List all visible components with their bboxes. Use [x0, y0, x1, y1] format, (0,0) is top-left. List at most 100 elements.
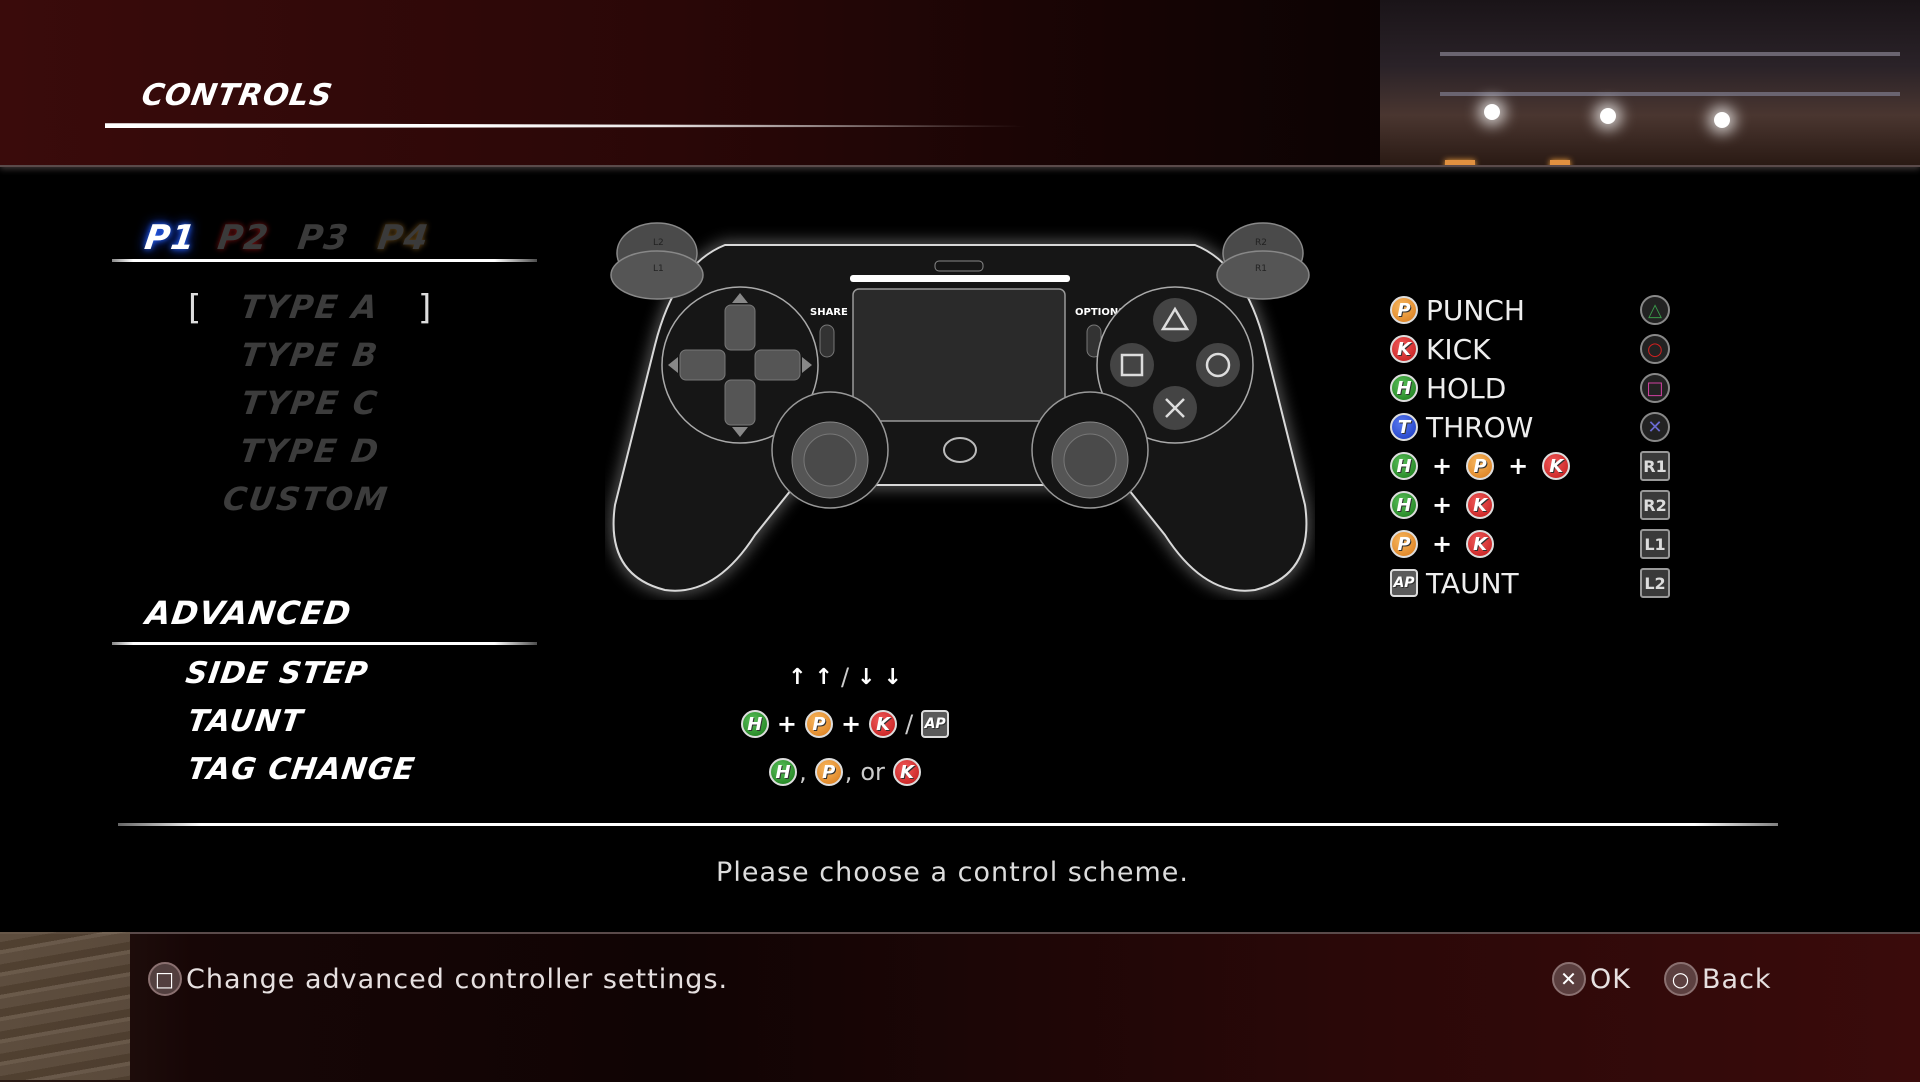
- r1-label: R1: [1255, 264, 1267, 274]
- type-option-b[interactable]: TYPE B: [187, 336, 432, 374]
- punch-badge-icon: P: [1390, 530, 1418, 558]
- tab-p1[interactable]: P1: [142, 218, 198, 258]
- plus-sign: +: [1508, 452, 1529, 480]
- legend-action-label: PUNCH: [1426, 293, 1525, 327]
- comma: ,: [799, 758, 807, 786]
- legend-row: H HOLD: [1390, 371, 1506, 405]
- stage-light: [1714, 112, 1730, 128]
- share-button: [819, 324, 835, 358]
- up-arrow-icon: ↑: [788, 664, 807, 690]
- legend-row: P PUNCH: [1390, 293, 1525, 327]
- triangle-button-icon: △: [1640, 295, 1670, 325]
- type-option-d[interactable]: TYPE D: [187, 432, 432, 470]
- tab-p4[interactable]: P4: [375, 218, 431, 258]
- down-arrow-icon: ↓: [883, 664, 902, 690]
- controller-diagram: L2 L1 R2 R1 SHARE OPTIONS: [610, 222, 1310, 592]
- plus-sign: +: [1432, 491, 1453, 519]
- ok-button[interactable]: ✕ OK: [1552, 962, 1631, 996]
- hold-badge-icon: H: [740, 710, 769, 738]
- r2-button-icon: R2: [1640, 490, 1670, 520]
- separator: /: [840, 663, 850, 691]
- legend-action-label: HOLD: [1426, 371, 1507, 405]
- tab-p2[interactable]: P2: [215, 218, 271, 258]
- or-text: or: [860, 758, 885, 786]
- content-divider: [118, 823, 1778, 826]
- page-title: CONTROLS: [138, 78, 336, 113]
- kick-badge-icon: K: [1466, 530, 1495, 558]
- legend-row: K KICK: [1390, 332, 1491, 366]
- right-stick: [1031, 391, 1149, 509]
- advanced-divider: [112, 642, 537, 645]
- square-button-icon: □: [1640, 373, 1670, 403]
- hold-badge-icon: H: [1390, 374, 1418, 402]
- tab-p3[interactable]: P3: [295, 218, 351, 258]
- hold-badge-icon: H: [1390, 491, 1418, 519]
- plus-sign: +: [776, 710, 797, 738]
- plus-sign: +: [1432, 452, 1453, 480]
- legend-row: P + K: [1390, 527, 1495, 561]
- kick-badge-icon: K: [892, 758, 921, 786]
- advanced-label-tag-change[interactable]: TAG CHANGE: [186, 752, 418, 787]
- side-step-input: ↑ ↑ / ↓ ↓: [700, 660, 990, 694]
- advanced-label-taunt[interactable]: TAUNT: [186, 704, 306, 739]
- footer-background-wood: [0, 932, 130, 1080]
- window-glow: [1550, 160, 1570, 165]
- tag-change-input: H , P , or K: [700, 755, 990, 789]
- kick-badge-icon: K: [1390, 335, 1418, 363]
- header-band: CONTROLS: [0, 0, 1920, 167]
- stage-light: [1600, 108, 1616, 124]
- legend-row: H + P + K: [1390, 449, 1571, 483]
- r2-label: R2: [1255, 238, 1267, 248]
- kick-badge-icon: K: [1466, 491, 1495, 519]
- legend-action-label: THROW: [1426, 410, 1534, 444]
- circle-button-icon: ○: [1664, 962, 1698, 996]
- advanced-title: ADVANCED: [143, 594, 355, 632]
- appeal-badge-icon: AP: [921, 710, 950, 738]
- left-stick: [771, 391, 889, 509]
- punch-badge-icon: P: [1466, 452, 1495, 480]
- advanced-settings-hint[interactable]: □ Change advanced controller settings.: [148, 962, 728, 996]
- plus-sign: +: [1432, 530, 1453, 558]
- r1-button-icon: R1: [1640, 451, 1670, 481]
- hold-badge-icon: H: [769, 758, 798, 786]
- cross-button-icon: ✕: [1552, 962, 1586, 996]
- punch-badge-icon: P: [814, 758, 843, 786]
- circle-button-icon: ○: [1640, 334, 1670, 364]
- window-glow: [1445, 160, 1475, 165]
- legend-action-label: KICK: [1426, 332, 1491, 366]
- kick-badge-icon: K: [869, 710, 898, 738]
- l2-label: L2: [653, 238, 664, 248]
- type-option-custom[interactable]: CUSTOM: [183, 480, 428, 518]
- down-arrow-icon: ↓: [857, 664, 876, 690]
- l1-button-icon: L1: [1640, 529, 1670, 559]
- light-bar: [850, 275, 1070, 282]
- legend-row: T THROW: [1390, 410, 1533, 444]
- l1-label: L1: [653, 264, 664, 274]
- truss-beam: [1440, 52, 1900, 56]
- l-triggers: L2 L1: [610, 222, 704, 300]
- kick-badge-icon: K: [1542, 452, 1571, 480]
- punch-badge-icon: P: [804, 710, 833, 738]
- back-button[interactable]: ○ Back: [1664, 962, 1772, 996]
- truss-beam: [1440, 92, 1900, 96]
- up-arrow-icon: ↑: [814, 664, 833, 690]
- comma: ,: [844, 758, 853, 786]
- l2-button-icon: L2: [1640, 568, 1670, 598]
- type-option-a[interactable]: TYPE A: [187, 288, 432, 326]
- legend-action-label: TAUNT: [1426, 566, 1519, 600]
- share-label: SHARE: [810, 307, 848, 318]
- instruction-message: Please choose a control scheme.: [716, 857, 1189, 888]
- square-button-icon: □: [148, 962, 182, 996]
- punch-badge-icon: P: [1390, 296, 1418, 324]
- legend-row: H + K: [1390, 488, 1495, 522]
- plus-sign: +: [840, 710, 862, 738]
- type-option-c[interactable]: TYPE C: [187, 384, 432, 422]
- advanced-label-side-step[interactable]: SIDE STEP: [184, 656, 371, 691]
- cross-button-icon: ✕: [1640, 412, 1670, 442]
- separator: /: [905, 710, 914, 738]
- touchpad: [852, 288, 1066, 422]
- throw-badge-icon: T: [1390, 413, 1418, 441]
- title-underline: [105, 123, 1025, 128]
- footer-band: [0, 932, 1920, 1082]
- tabs-divider: [112, 259, 537, 262]
